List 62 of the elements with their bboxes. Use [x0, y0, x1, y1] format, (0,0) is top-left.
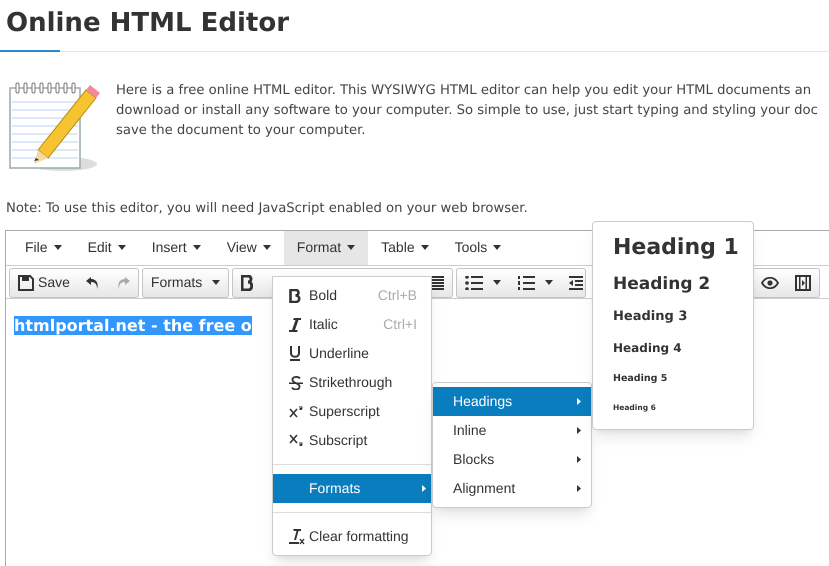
menu-item[interactable]: Format: [284, 230, 368, 265]
clear-formatting-icon: [289, 528, 305, 544]
caret-icon: [54, 245, 62, 250]
outdent-icon: [569, 276, 584, 290]
menu-item[interactable]: Subscript: [273, 426, 431, 455]
heading-option[interactable]: Heading 3: [593, 300, 753, 333]
film-icon: [795, 274, 812, 291]
menu-item[interactable]: Table: [368, 230, 442, 265]
eye-icon: [761, 276, 780, 289]
description-line: Here is a free online HTML editor. This WYSIWYG HTML editor can help you edit your HTML documents an: [116, 82, 812, 100]
page-title: Online HTML Editor: [6, 7, 290, 40]
save-button[interactable]: Save: [10, 268, 78, 297]
menu-item[interactable]: Underline: [273, 339, 431, 368]
caret-icon: [347, 245, 356, 250]
heading-option[interactable]: Heading 4: [593, 333, 753, 364]
menu-item[interactable]: Alignment: [433, 474, 591, 503]
notepad-pencil-icon: [8, 82, 100, 174]
menu-item[interactable]: Bold Ctrl+B: [273, 281, 431, 310]
caret-icon: [192, 245, 201, 250]
menu-item[interactable]: Superscript: [273, 397, 431, 426]
caret-icon: [493, 280, 502, 286]
menu-item[interactable]: View: [214, 230, 284, 265]
caret-icon: [493, 245, 502, 250]
caret-icon: [262, 245, 271, 250]
caret-icon: [212, 280, 220, 286]
redo-icon: [116, 276, 130, 290]
note-text: Note: To use this editor, you will need JavaScript enabled on your web browser.: [6, 200, 528, 218]
formats-dropdown[interactable]: Formats: [142, 268, 228, 297]
underline-icon: [289, 346, 301, 361]
heading-option[interactable]: Heading 1: [593, 228, 753, 268]
menu-item[interactable]: Edit: [74, 230, 139, 265]
undo-icon: [86, 276, 100, 290]
caret-icon: [577, 456, 581, 463]
caret-icon: [420, 245, 429, 250]
caret-icon: [545, 280, 554, 286]
menu-item[interactable]: Blocks: [433, 445, 591, 474]
italic-icon: [289, 318, 301, 332]
caret-icon: [118, 245, 126, 250]
description-line: download or install any software to your computer. So simple to use, just start typing and styling your doc: [116, 102, 818, 120]
caret-icon: [577, 485, 581, 492]
bold-icon: [241, 274, 254, 291]
caret-icon: [422, 485, 426, 492]
menu-item[interactable]: Strikethrough: [273, 368, 431, 397]
menu-item[interactable]: Tools: [442, 230, 514, 265]
subscript-icon: [289, 434, 303, 447]
caret-icon: [577, 398, 581, 405]
menu-item[interactable]: Inline: [433, 416, 591, 445]
bullet-list-icon: [465, 276, 484, 290]
menu-item[interactable]: Insert: [138, 230, 214, 265]
menu-item[interactable]: Clear formatting: [273, 522, 431, 551]
numbered-list-icon: [517, 276, 536, 290]
menu-item[interactable]: Italic Ctrl+I: [273, 310, 431, 339]
menu-item[interactable]: Formats: [273, 474, 431, 503]
heading-option[interactable]: Heading 5: [593, 364, 753, 394]
selected-text: htmlportal.net - the free o: [14, 316, 252, 335]
menu-item[interactable]: Headings: [433, 387, 591, 416]
strikethrough-icon: [289, 376, 303, 390]
description-line: save the document to your computer.: [116, 122, 366, 140]
caret-icon: [577, 427, 581, 434]
superscript-icon: [289, 406, 303, 418]
heading-option[interactable]: Heading 2: [593, 268, 753, 301]
menu-item[interactable]: File: [12, 230, 75, 265]
